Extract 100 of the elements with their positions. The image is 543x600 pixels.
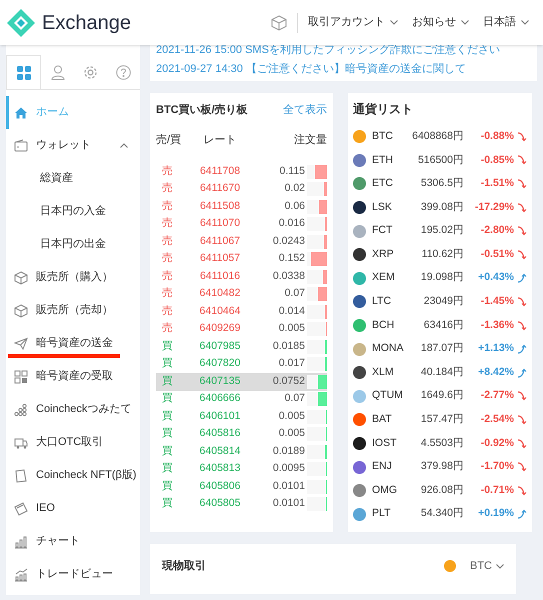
trend-up-icon (517, 344, 527, 354)
sidebar-item[interactable]: 暗号資産の送金 (6, 327, 140, 360)
sidebar-item[interactable]: 暗号資産の受取 (6, 360, 140, 393)
side-label: 売 (161, 251, 174, 266)
trend-down-icon (517, 250, 527, 260)
chevron-icon (521, 20, 529, 25)
amount-cell-text: 0.0101 (272, 496, 306, 512)
chart-icon (14, 568, 28, 582)
trend-down-icon (517, 132, 527, 142)
cube-icon (14, 270, 28, 284)
side-label: 売 (161, 234, 174, 249)
amount-cell-text: 0.115 (278, 164, 306, 179)
amount-cell-text: 0.005 (278, 321, 306, 336)
sidebar-item[interactable]: トレードビュー (6, 558, 140, 591)
amount-cell-text: 0.016 (278, 216, 306, 232)
currency-symbol: ENJ (372, 459, 393, 474)
rate-cell-text: 6406666 (198, 391, 242, 406)
amount-cell-text: 0.0101 (272, 478, 306, 494)
side-label: 買 (161, 338, 174, 354)
currency-symbol: QTUM (372, 388, 404, 404)
sidebar-item[interactable]: IEO (6, 492, 140, 525)
send-icon (14, 336, 28, 350)
header-menu[interactable]: 日本語 (483, 14, 529, 31)
amount-cell-text: 0.005 (278, 426, 306, 442)
rate-cell-text: 6411016 (198, 268, 242, 284)
sidebar-item[interactable]: 総資産 (6, 162, 140, 195)
column-header: 売/買 (156, 132, 182, 148)
amount-cell-text: 0.005 (278, 408, 306, 424)
currency-symbol: XEM (372, 270, 396, 286)
side-label: 買 (161, 478, 174, 494)
side-label: 買 (161, 444, 174, 459)
change-cell-text: +0.43% (477, 270, 514, 286)
column-header: レート (202, 132, 238, 148)
price-cell-text: 63416円 (422, 318, 464, 333)
rate-cell-text: 6407985 (198, 338, 242, 354)
sidebar-item[interactable]: 日本円の入金 (6, 195, 140, 228)
selected-row[interactable]: 買 6407135 0.0752 (156, 373, 327, 390)
sidebar-tab[interactable] (6, 55, 41, 89)
change-cell-text: -1.70% (480, 459, 514, 474)
change-cell-text: +0.19% (477, 506, 514, 522)
settings-icon (83, 64, 98, 80)
sidebar-item[interactable]: チャート (6, 525, 140, 558)
side-label: 売 (161, 304, 174, 319)
trend-down-icon (517, 438, 527, 449)
price-cell-text: 6408868円 (412, 128, 464, 144)
trend-down-icon (517, 155, 527, 166)
trend-up-icon (517, 273, 527, 284)
side-label: 買 (161, 374, 174, 389)
side-label: 買 (161, 408, 174, 424)
trend-down-icon (517, 202, 527, 213)
amount-cell-text: 0.0752 (272, 374, 306, 389)
amount-cell-text: 0.0095 (272, 461, 306, 476)
currency-symbol: XLM (372, 364, 395, 380)
trend-down-icon (517, 296, 527, 307)
rate-cell-text: 6405806 (198, 478, 242, 494)
sidebar-item[interactable]: 日本円の出金 (6, 228, 140, 261)
trend-down-icon (517, 462, 527, 472)
amount-cell-text: 0.0185 (272, 338, 306, 354)
cube-icon[interactable] (271, 14, 287, 30)
rate-cell-text: 6411670 (198, 181, 242, 196)
currency-symbol: XRP (372, 246, 395, 262)
currency-symbol: FCT (372, 223, 394, 238)
sidebar-item[interactable]: 販売所（購入） (6, 261, 140, 294)
sidebar-item[interactable]: ウォレット (6, 129, 140, 162)
rate-cell-text: 6411067 (198, 234, 242, 249)
panel-title: BTC買い板/売り板 (156, 102, 248, 118)
card-icon (14, 468, 28, 482)
coin-icon (444, 560, 456, 572)
header-menu[interactable]: 取引アカウント (308, 14, 398, 31)
wallet-icon (14, 138, 28, 152)
price-cell-text: 926.08円 (420, 482, 464, 498)
currency-symbol: LSK (372, 200, 393, 215)
price-cell-text: 399.08円 (420, 200, 464, 215)
header-menu[interactable]: お知らせ (412, 14, 469, 31)
currency-symbol: LTC (372, 294, 392, 310)
trend-down-icon (517, 414, 527, 425)
user-icon (50, 64, 64, 80)
amount-cell-text: 0.06 (284, 198, 306, 214)
ticket-icon (14, 502, 28, 516)
sidebar-item[interactable]: Coincheck NFT(β版) (6, 459, 140, 492)
change-cell-text: -0.71% (480, 482, 514, 498)
sidebar-item[interactable]: 販売所（売却） (6, 294, 140, 327)
amount-cell-text: 0.014 (278, 304, 306, 319)
side-label: 売 (161, 164, 174, 179)
sidebar-item[interactable]: 大口OTC取引 (6, 426, 140, 459)
pair-dropdown[interactable]: BTC (470, 558, 504, 574)
change-cell-text: -1.45% (480, 294, 514, 310)
price-cell-text: 157.47円 (420, 412, 464, 428)
price-cell-text: 54.340円 (420, 506, 464, 522)
sidebar-item[interactable]: Coincheckつみたて (6, 393, 140, 426)
dashboard-icon (16, 66, 30, 80)
price-cell-text: 110.62円 (420, 246, 464, 262)
currency-symbol: BAT (372, 412, 393, 428)
side-label: 買 (161, 461, 174, 476)
price-cell-text: 23049円 (422, 294, 464, 310)
trend-down-icon (517, 486, 527, 496)
chevron-icon (390, 20, 398, 25)
amount-cell-text: 0.07 (284, 286, 306, 302)
change-cell-text: -0.92% (480, 436, 514, 451)
price-cell-text: 379.98円 (420, 459, 464, 474)
